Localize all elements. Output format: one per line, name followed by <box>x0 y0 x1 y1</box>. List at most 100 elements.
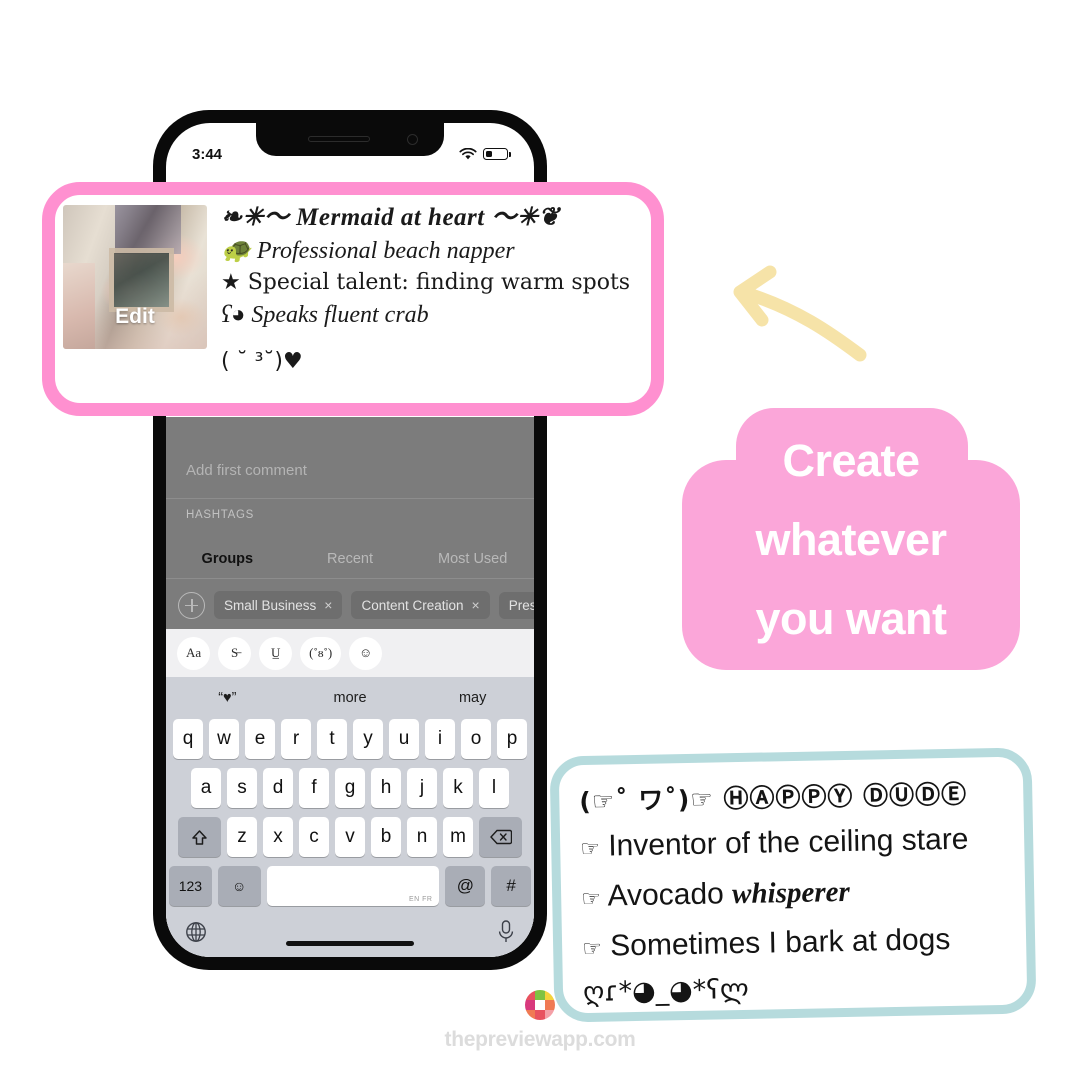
phone-notch <box>256 123 444 156</box>
key-u[interactable]: u <box>389 719 419 759</box>
emoji-key[interactable]: ☺ <box>217 866 261 906</box>
globe-icon[interactable] <box>184 920 208 944</box>
teal-line-4: ☞ Sometimes I bark at dogs <box>582 915 1013 973</box>
tab-groups[interactable]: Groups <box>166 551 289 567</box>
chip-presets[interactable]: Presets <box>498 591 534 619</box>
at-key[interactable]: @ <box>445 866 486 906</box>
microphone-icon[interactable] <box>496 919 516 945</box>
bio-line-1: ❧✳～ Mermaid at heart ～✳❦ <box>221 204 560 231</box>
profile-thumbnail[interactable]: Edit <box>63 205 207 349</box>
key-s[interactable]: s <box>227 768 257 808</box>
pointing-hand-icon: ☞ <box>581 886 602 913</box>
key-j[interactable]: j <box>407 768 437 808</box>
chip-content-creation[interactable]: Content Creation × <box>351 591 490 619</box>
first-comment-field[interactable]: Add first comment <box>166 443 534 499</box>
bio-preview-card: Edit ❧✳～ Mermaid at heart ～✳❦ 🐢 Professi… <box>42 182 664 416</box>
close-icon[interactable]: × <box>472 597 480 613</box>
bio-text-block[interactable]: ❧✳～ Mermaid at heart ～✳❦ 🐢 Professional … <box>207 195 651 403</box>
prediction-2[interactable]: more <box>289 690 412 706</box>
space-key[interactable]: EN FR <box>266 866 440 906</box>
shift-icon[interactable] <box>178 817 221 857</box>
space-language-hint: EN FR <box>408 896 433 903</box>
numbers-key[interactable]: 123 <box>169 866 212 906</box>
speaker-icon <box>308 136 370 142</box>
keyboard-row-4: 123 ☺ EN FR @ # <box>166 866 534 906</box>
bio-line-4: ʕ◕ Speaks fluent crab <box>221 302 429 328</box>
teal-line-4-text: Sometimes I bark at dogs <box>609 922 951 963</box>
key-q[interactable]: q <box>173 719 203 759</box>
thumb-photo-a <box>114 205 182 254</box>
keyboard-row-2: a s d f g h j k l <box>166 768 534 808</box>
key-e[interactable]: e <box>245 719 275 759</box>
hashtag-group-chips: Small Business × Content Creation × Pres… <box>166 581 534 629</box>
key-f[interactable]: f <box>299 768 329 808</box>
callout-line-1: Create <box>782 434 920 486</box>
key-h[interactable]: h <box>371 768 401 808</box>
key-g[interactable]: g <box>335 768 365 808</box>
front-camera-icon <box>407 134 418 145</box>
thumb-photo-c <box>63 262 95 349</box>
footer-branding: thepreviewapp.com <box>0 990 1080 1052</box>
keyboard-row-3: z x c v b n m <box>166 817 534 857</box>
wifi-icon <box>459 147 477 159</box>
key-v[interactable]: v <box>335 817 365 857</box>
key-m[interactable]: m <box>443 817 473 857</box>
teal-line-3-text: Avocado <box>607 877 733 913</box>
key-l[interactable]: l <box>479 768 509 808</box>
create-whatever-callout: Create whatever you want <box>682 408 1020 670</box>
key-a[interactable]: a <box>191 768 221 808</box>
teal-line-2: ☞ Inventor of the ceiling stare <box>580 815 1011 873</box>
status-indicators <box>459 147 511 161</box>
teal-line-3: ☞ Avocado whisperer <box>581 865 1012 923</box>
chip-label: Presets <box>508 597 534 613</box>
kaomoji-button[interactable]: (˚ᴕ˚) <box>300 636 342 670</box>
prediction-1[interactable]: “♥” <box>166 690 289 706</box>
key-y[interactable]: y <box>353 719 383 759</box>
tab-recent[interactable]: Recent <box>289 551 412 567</box>
key-r[interactable]: r <box>281 719 311 759</box>
pointing-hand-icon: ☞ <box>581 936 603 963</box>
prediction-bar: “♥” more may <box>166 677 534 719</box>
strikethrough-button[interactable]: S̶ <box>218 636 252 670</box>
key-w[interactable]: w <box>209 719 239 759</box>
key-o[interactable]: o <box>461 719 491 759</box>
footer-url: thepreviewapp.com <box>444 1028 636 1051</box>
chip-label: Content Creation <box>361 597 464 613</box>
happy-dude-bio-card: (☞˚ ワ˚)☞ ⒽⒶⓅⓅⓎ ⒹⓊⒹⒺ ☞ Inventor of the ce… <box>549 747 1037 1023</box>
underline-button[interactable]: U̲ <box>259 636 293 670</box>
pointing-hand-icon: ☞ <box>580 836 601 863</box>
status-time: 3:44 <box>192 145 223 163</box>
key-k[interactable]: k <box>443 768 473 808</box>
chip-small-business[interactable]: Small Business × <box>214 591 343 619</box>
key-z[interactable]: z <box>227 817 257 857</box>
plus-circle-icon[interactable] <box>178 591 205 619</box>
emoji-button[interactable]: ☺ <box>349 636 383 670</box>
font-size-button[interactable]: Aa <box>177 636 211 670</box>
hash-key[interactable]: # <box>491 866 531 906</box>
key-c[interactable]: c <box>299 817 329 857</box>
close-icon[interactable]: × <box>324 597 332 613</box>
onscreen-keyboard: “♥” more may q w e r t y u i o p a s d f… <box>166 677 534 957</box>
tab-most-used[interactable]: Most Used <box>411 551 534 567</box>
key-n[interactable]: n <box>407 817 437 857</box>
poster-canvas: 3:44 Add first comment HASHTAGS Groups R… <box>0 0 1080 1080</box>
text-format-toolbar: Aa S̶ U̲ (˚ᴕ˚) ☺ <box>166 629 534 677</box>
key-x[interactable]: x <box>263 817 293 857</box>
edit-label[interactable]: Edit <box>115 305 155 329</box>
bio-line-3: ★ Special talent: finding warm spots <box>221 270 631 295</box>
callout-line-2: whatever <box>755 513 947 565</box>
hashtags-section-label: HASHTAGS <box>186 509 255 521</box>
key-i[interactable]: i <box>425 719 455 759</box>
key-p[interactable]: p <box>497 719 527 759</box>
thumb-photo-b <box>109 248 174 312</box>
bio-kaomoji: ( ˘ ³˘)♥ <box>221 349 303 374</box>
teal-line-3-emph: whisperer <box>731 875 851 911</box>
preview-app-logo <box>525 990 555 1020</box>
key-t[interactable]: t <box>317 719 347 759</box>
prediction-3[interactable]: may <box>411 690 534 706</box>
key-b[interactable]: b <box>371 817 401 857</box>
backspace-icon[interactable] <box>479 817 522 857</box>
key-d[interactable]: d <box>263 768 293 808</box>
first-comment-placeholder: Add first comment <box>186 462 307 479</box>
callout-line-3: you want <box>755 592 947 644</box>
